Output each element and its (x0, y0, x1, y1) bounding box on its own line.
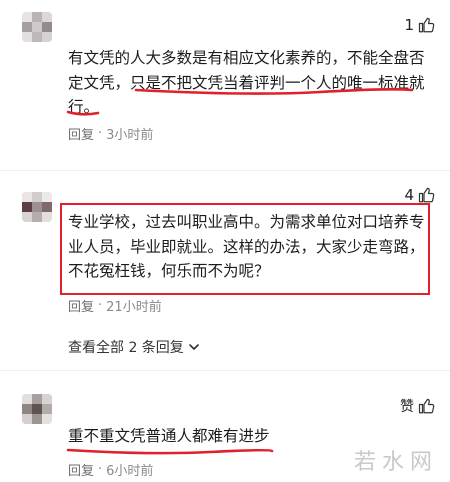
thumbs-up-icon (418, 398, 435, 414)
separator-dot: · (98, 298, 103, 313)
divider (0, 370, 450, 371)
timestamp: 21小时前 (106, 300, 162, 315)
comment-meta: 回复 · 3小时前 (68, 124, 153, 143)
thumbs-up-icon (418, 187, 435, 203)
divider (0, 170, 450, 171)
avatar[interactable] (22, 192, 52, 222)
like-count: 1 (404, 16, 414, 34)
highlight-box (60, 203, 430, 295)
like-count: 4 (404, 186, 414, 204)
avatar[interactable] (22, 394, 52, 424)
watermark: 若水网 (353, 450, 438, 475)
comment-meta: 回复 · 6小时前 (68, 460, 153, 479)
comment-line: 有文凭的人大多数是有相应文化素养的，不能全盘否 (68, 49, 425, 67)
avatar[interactable] (22, 12, 52, 42)
separator-dot: · (98, 126, 103, 141)
comment-meta: 回复 · 21小时前 (68, 296, 162, 315)
like-label: 赞 (400, 399, 414, 415)
like-button[interactable]: 4 (404, 186, 436, 204)
view-all-replies-label: 查看全部 2 条回复 (68, 340, 184, 356)
reply-button[interactable]: 回复 (68, 296, 94, 315)
thumbs-up-icon (418, 17, 435, 33)
comment-line: 行。 (68, 98, 100, 116)
comment-line: 定文凭，只是不把文凭当着评判一个人的唯一标准就 (68, 73, 425, 92)
like-button[interactable]: 1 (404, 16, 436, 34)
timestamp: 6小时前 (106, 464, 154, 479)
reply-button[interactable]: 回复 (68, 460, 94, 479)
view-all-replies-button[interactable]: 查看全部 2 条回复 (68, 337, 200, 357)
comment-text: 有文凭的人大多数是有相应文化素养的，不能全盘否 定文凭，只是不把文凭当着评判一个… (68, 46, 440, 120)
timestamp: 3小时前 (106, 128, 154, 143)
reply-button[interactable]: 回复 (68, 124, 94, 143)
like-button[interactable]: 赞 (400, 396, 436, 416)
separator-dot: · (98, 462, 103, 477)
chevron-down-icon (189, 344, 199, 350)
